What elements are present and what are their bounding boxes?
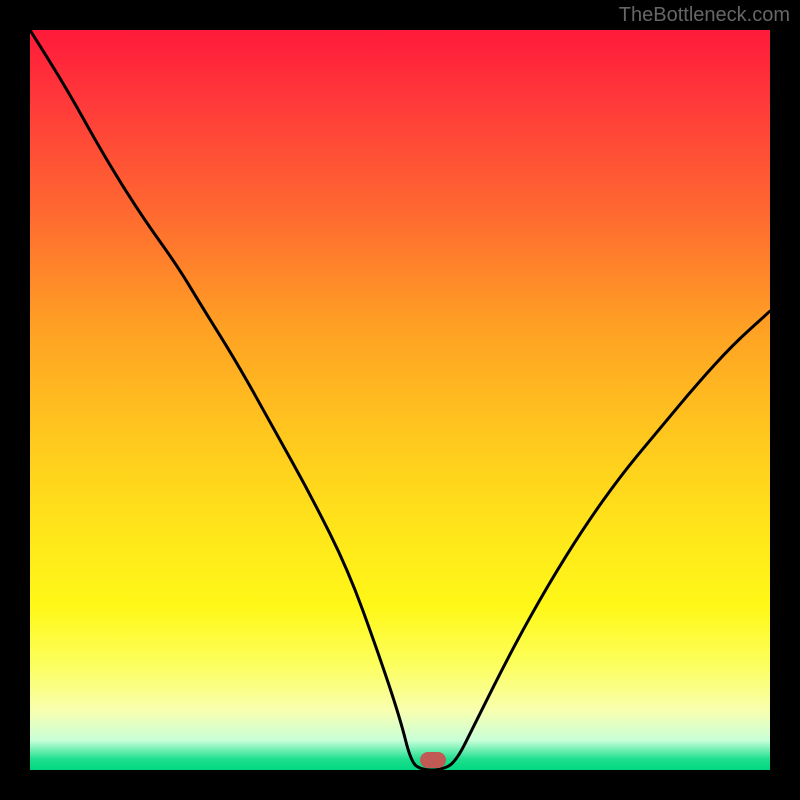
chart-frame: TheBottleneck.com [0, 0, 800, 800]
optimum-marker [420, 752, 446, 768]
bottleneck-curve-path [30, 30, 770, 770]
bottleneck-curve-svg [30, 30, 770, 770]
watermark-text: TheBottleneck.com [619, 4, 790, 27]
